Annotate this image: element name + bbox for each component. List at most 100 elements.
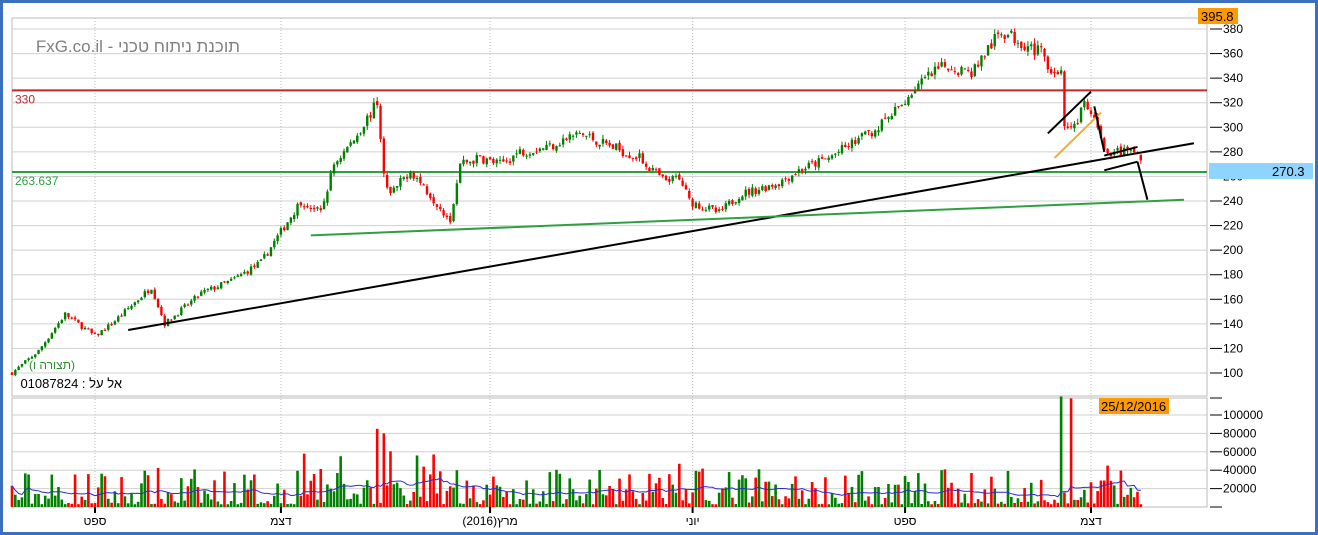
volume-bar: [936, 503, 940, 507]
candle-up: [512, 155, 515, 162]
candle-up: [459, 163, 462, 183]
volume-bar: [933, 500, 937, 507]
candle-up: [1079, 107, 1083, 123]
candle-down: [976, 64, 980, 67]
volume-bar: [216, 501, 220, 507]
volume-bar: [644, 500, 648, 507]
candle-up: [332, 164, 336, 174]
volume-bar: [737, 479, 741, 507]
volume-bar: [435, 493, 439, 507]
candle-up: [372, 102, 376, 119]
volume-bar: [681, 500, 684, 507]
volume-bar: [239, 502, 243, 507]
volume-bar: [867, 496, 870, 507]
volume-bar: [203, 490, 206, 507]
volume-bar: [1069, 398, 1073, 507]
candle-down: [930, 73, 933, 77]
candle-up: [276, 235, 279, 242]
candle-down: [67, 313, 70, 317]
candle-up: [263, 254, 266, 259]
stock-chart[interactable]: 330263.637 38036034032030028026024022020…: [0, 0, 1318, 535]
volume-bar: [953, 503, 957, 507]
volume-bar: [575, 500, 578, 507]
candle-down: [688, 190, 691, 199]
candle-up: [47, 338, 50, 343]
candle-up: [571, 135, 575, 137]
candle-down: [950, 69, 953, 71]
candle-down: [319, 208, 322, 211]
candle-down: [591, 132, 595, 141]
volume-bar: [870, 504, 874, 507]
candle-down: [943, 62, 947, 67]
candle-down: [551, 144, 555, 149]
candle-up: [840, 144, 844, 154]
volume-bar: [1043, 500, 1046, 507]
volume-bar: [1016, 498, 1020, 507]
volume-bar: [555, 469, 558, 507]
volume-bar: [1046, 502, 1050, 507]
candle-up: [20, 363, 24, 367]
candle-down: [90, 328, 93, 334]
candle-up: [907, 97, 910, 105]
candle-down: [146, 290, 150, 294]
candle-up: [399, 178, 402, 187]
volume-bar: [369, 487, 372, 507]
candle-up: [920, 78, 923, 85]
high-badge-text: 395.8: [1201, 9, 1234, 24]
volume-bar: [77, 504, 80, 507]
price-tick-label: 340: [1223, 71, 1243, 85]
volume-bar: [890, 502, 894, 507]
volume-bar: [20, 497, 24, 507]
volume-bar: [163, 503, 167, 507]
price-tick-label: 120: [1223, 341, 1243, 355]
volume-bar: [691, 492, 694, 507]
volume-bar: [97, 487, 100, 507]
candle-up: [316, 207, 319, 209]
volume-bar: [917, 473, 920, 507]
candle-up: [409, 172, 412, 179]
volume-bar: [53, 495, 57, 507]
volume-bar: [193, 469, 196, 507]
candle-up: [917, 83, 920, 91]
volume-bar: [123, 496, 127, 507]
volume-bar: [751, 496, 754, 507]
volume-bar: [943, 469, 947, 507]
volume-bar: [339, 456, 342, 507]
candle-up: [200, 291, 203, 296]
volume-bar: [983, 489, 987, 507]
price-tick-label: 180: [1223, 268, 1243, 282]
volume-tick-label: 60000: [1223, 445, 1257, 459]
candle-up: [296, 203, 299, 216]
candle-up: [455, 183, 459, 205]
candle-up: [34, 354, 37, 358]
candle-down: [784, 178, 787, 180]
candle-up: [123, 309, 127, 317]
volume-bar: [1056, 502, 1060, 507]
volume-bar: [940, 470, 943, 507]
candle-down: [472, 160, 475, 164]
volume-bar: [472, 486, 475, 507]
candle-up: [206, 289, 210, 291]
candle-up: [130, 305, 133, 309]
volume-bar: [37, 493, 40, 507]
candle-up: [468, 161, 472, 164]
candle-up: [339, 158, 342, 163]
candle-up: [326, 191, 329, 203]
candle-up: [781, 179, 784, 187]
volume-bar: [475, 502, 479, 507]
candle-down: [429, 193, 432, 199]
volume-bar: [405, 503, 409, 507]
candle-down: [867, 129, 870, 132]
volume-bar: [561, 503, 565, 507]
volume-bar: [1000, 501, 1003, 507]
candle-down: [1056, 71, 1059, 75]
volume-bar: [873, 487, 877, 507]
candle-up: [236, 275, 239, 277]
candle-down: [565, 138, 568, 141]
candle-up: [741, 196, 744, 201]
volume-bar: [538, 501, 542, 507]
volume-bar: [316, 499, 319, 507]
volume-bar: [299, 495, 303, 507]
volume-bar: [671, 484, 674, 507]
volume-bar: [1013, 502, 1016, 507]
